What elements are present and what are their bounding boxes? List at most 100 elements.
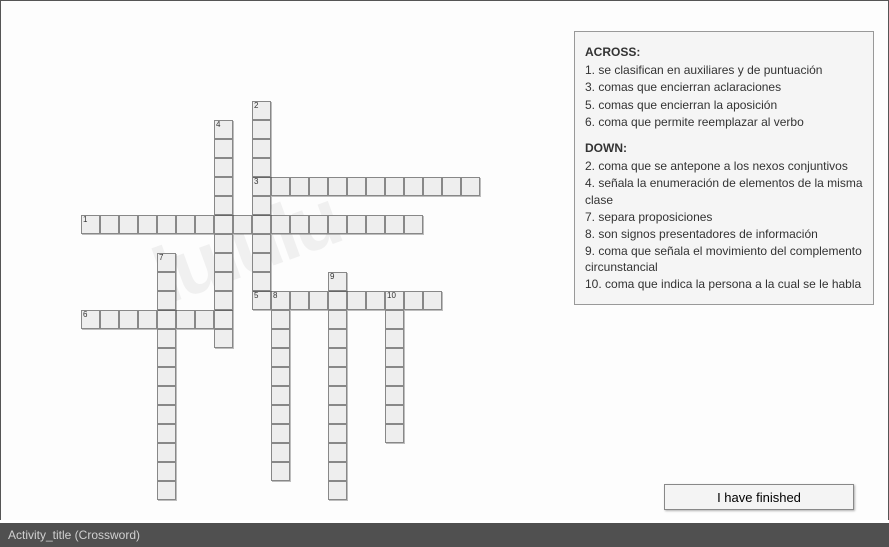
cell-r7-c2[interactable] <box>100 215 119 234</box>
cell-r14-c11[interactable] <box>271 348 290 367</box>
cell-r15-c11[interactable] <box>271 367 290 386</box>
cell-r11-c18[interactable] <box>404 291 423 310</box>
cell-r16-c11[interactable] <box>271 386 290 405</box>
cell-r5-c8[interactable] <box>214 177 233 196</box>
cell-r5-c13[interactable] <box>309 177 328 196</box>
cell-r12-c6[interactable] <box>176 310 195 329</box>
cell-r5-c16[interactable] <box>366 177 385 196</box>
cell-r8-c10[interactable] <box>252 234 271 253</box>
cell-r7-c5[interactable] <box>157 215 176 234</box>
cell-r18-c17[interactable] <box>385 424 404 443</box>
cell-r5-c11[interactable] <box>271 177 290 196</box>
cell-r12-c7[interactable] <box>195 310 214 329</box>
cell-r10-c8[interactable] <box>214 272 233 291</box>
cell-r7-c12[interactable] <box>290 215 309 234</box>
cell-r12-c3[interactable] <box>119 310 138 329</box>
cell-r16-c17[interactable] <box>385 386 404 405</box>
cell-r7-c7[interactable] <box>195 215 214 234</box>
cell-r7-c6[interactable] <box>176 215 195 234</box>
cell-r13-c17[interactable] <box>385 329 404 348</box>
cell-r12-c2[interactable] <box>100 310 119 329</box>
cell-r16-c14[interactable] <box>328 386 347 405</box>
cell-r11-c17[interactable]: 10 <box>385 291 404 310</box>
cell-r7-c9[interactable] <box>233 215 252 234</box>
cell-r14-c17[interactable] <box>385 348 404 367</box>
cell-r9-c5[interactable]: 7 <box>157 253 176 272</box>
cell-r5-c19[interactable] <box>423 177 442 196</box>
cell-r12-c4[interactable] <box>138 310 157 329</box>
cell-r17-c5[interactable] <box>157 405 176 424</box>
cell-r7-c14[interactable] <box>328 215 347 234</box>
cell-r12-c5[interactable] <box>157 310 176 329</box>
cell-r7-c17[interactable] <box>385 215 404 234</box>
cell-r12-c8[interactable] <box>214 310 233 329</box>
cell-r14-c14[interactable] <box>328 348 347 367</box>
cell-r17-c14[interactable] <box>328 405 347 424</box>
cell-r9-c10[interactable] <box>252 253 271 272</box>
cell-r5-c10[interactable]: 3 <box>252 177 271 196</box>
cell-r10-c10[interactable] <box>252 272 271 291</box>
cell-r9-c8[interactable] <box>214 253 233 272</box>
cell-r13-c14[interactable] <box>328 329 347 348</box>
cell-r5-c15[interactable] <box>347 177 366 196</box>
cell-r15-c5[interactable] <box>157 367 176 386</box>
cell-r11-c8[interactable] <box>214 291 233 310</box>
cell-r2-c8[interactable]: 4 <box>214 120 233 139</box>
cell-r19-c14[interactable] <box>328 443 347 462</box>
cell-r15-c14[interactable] <box>328 367 347 386</box>
cell-r18-c11[interactable] <box>271 424 290 443</box>
cell-r19-c11[interactable] <box>271 443 290 462</box>
cell-r21-c5[interactable] <box>157 481 176 500</box>
cell-r8-c8[interactable] <box>214 234 233 253</box>
cell-r12-c17[interactable] <box>385 310 404 329</box>
cell-r1-c10[interactable]: 2 <box>252 101 271 120</box>
cell-r11-c19[interactable] <box>423 291 442 310</box>
cell-r18-c5[interactable] <box>157 424 176 443</box>
cell-r3-c10[interactable] <box>252 139 271 158</box>
cell-r7-c10[interactable] <box>252 215 271 234</box>
cell-r12-c11[interactable] <box>271 310 290 329</box>
cell-r19-c5[interactable] <box>157 443 176 462</box>
cell-r11-c11[interactable]: 8 <box>271 291 290 310</box>
cell-r7-c11[interactable] <box>271 215 290 234</box>
cell-r20-c14[interactable] <box>328 462 347 481</box>
cell-r5-c17[interactable] <box>385 177 404 196</box>
cell-r5-c18[interactable] <box>404 177 423 196</box>
cell-r17-c11[interactable] <box>271 405 290 424</box>
cell-r7-c18[interactable] <box>404 215 423 234</box>
cell-r5-c20[interactable] <box>442 177 461 196</box>
cell-r7-c15[interactable] <box>347 215 366 234</box>
cell-r10-c14[interactable]: 9 <box>328 272 347 291</box>
cell-r2-c10[interactable] <box>252 120 271 139</box>
cell-r14-c5[interactable] <box>157 348 176 367</box>
cell-r11-c16[interactable] <box>366 291 385 310</box>
cell-r13-c8[interactable] <box>214 329 233 348</box>
cell-r16-c5[interactable] <box>157 386 176 405</box>
cell-r7-c3[interactable] <box>119 215 138 234</box>
cell-r4-c8[interactable] <box>214 158 233 177</box>
cell-r5-c12[interactable] <box>290 177 309 196</box>
cell-r11-c14[interactable] <box>328 291 347 310</box>
cell-r7-c8[interactable] <box>214 215 233 234</box>
cell-r11-c15[interactable] <box>347 291 366 310</box>
cell-r7-c13[interactable] <box>309 215 328 234</box>
cell-r11-c13[interactable] <box>309 291 328 310</box>
cell-r17-c17[interactable] <box>385 405 404 424</box>
cell-r6-c10[interactable] <box>252 196 271 215</box>
cell-r12-c1[interactable]: 6 <box>81 310 100 329</box>
cell-r11-c12[interactable] <box>290 291 309 310</box>
cell-r18-c14[interactable] <box>328 424 347 443</box>
finish-button[interactable]: I have finished <box>664 484 854 510</box>
cell-r10-c5[interactable] <box>157 272 176 291</box>
cell-r4-c10[interactable] <box>252 158 271 177</box>
cell-r21-c14[interactable] <box>328 481 347 500</box>
cell-r7-c4[interactable] <box>138 215 157 234</box>
cell-r13-c5[interactable] <box>157 329 176 348</box>
cell-r6-c8[interactable] <box>214 196 233 215</box>
cell-r20-c11[interactable] <box>271 462 290 481</box>
cell-r7-c1[interactable]: 1 <box>81 215 100 234</box>
cell-r11-c10[interactable]: 5 <box>252 291 271 310</box>
cell-r5-c14[interactable] <box>328 177 347 196</box>
cell-r15-c17[interactable] <box>385 367 404 386</box>
cell-r3-c8[interactable] <box>214 139 233 158</box>
